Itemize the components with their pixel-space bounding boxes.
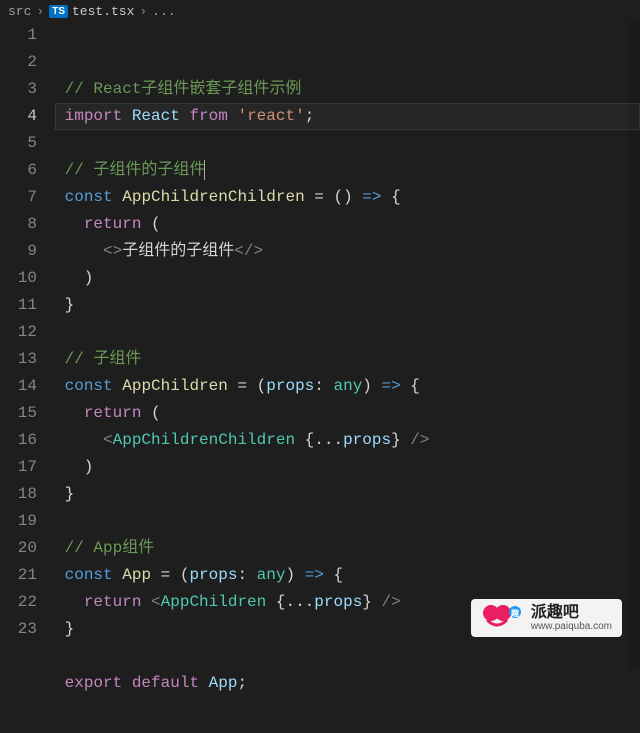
line-number[interactable]: 4: [0, 103, 37, 130]
line-number[interactable]: 2: [0, 49, 37, 76]
line-number[interactable]: 20: [0, 535, 37, 562]
line-number[interactable]: 3: [0, 76, 37, 103]
line-number[interactable]: 15: [0, 400, 37, 427]
line-number[interactable]: 22: [0, 589, 37, 616]
code-line[interactable]: const AppChildren = (props: any) => {: [55, 373, 640, 400]
code-line[interactable]: return (: [55, 211, 640, 238]
code-line[interactable]: <AppChildrenChildren {...props} />: [55, 427, 640, 454]
code-line[interactable]: export default App;: [55, 670, 640, 697]
code-line[interactable]: // 子组件: [55, 346, 640, 373]
line-number[interactable]: 6: [0, 157, 37, 184]
code-line[interactable]: // 子组件的子组件: [55, 157, 640, 184]
watermark-url: www.paiquba.com: [531, 621, 612, 632]
code-line[interactable]: // React子组件嵌套子组件示例: [55, 76, 640, 103]
code-line[interactable]: const AppChildrenChildren = () => {: [55, 184, 640, 211]
line-number[interactable]: 16: [0, 427, 37, 454]
svg-text:趣: 趣: [510, 608, 520, 618]
line-number[interactable]: 13: [0, 346, 37, 373]
line-number[interactable]: 10: [0, 265, 37, 292]
code-area[interactable]: // React子组件嵌套子组件示例 import React from 're…: [55, 22, 640, 669]
typescript-badge-icon: TS: [49, 5, 68, 18]
code-line[interactable]: ): [55, 454, 640, 481]
line-number[interactable]: 12: [0, 319, 37, 346]
line-number[interactable]: 11: [0, 292, 37, 319]
watermark-title: 派趣吧: [531, 604, 612, 622]
line-number[interactable]: 19: [0, 508, 37, 535]
code-line[interactable]: return (: [55, 400, 640, 427]
line-number-gutter[interactable]: 1234567891011121314151617181920212223: [0, 22, 55, 669]
line-number[interactable]: 9: [0, 238, 37, 265]
line-number[interactable]: 7: [0, 184, 37, 211]
code-line[interactable]: }: [55, 292, 640, 319]
chevron-right-icon: ›: [36, 4, 44, 19]
breadcrumb-folder[interactable]: src: [8, 4, 31, 19]
line-number[interactable]: 1: [0, 22, 37, 49]
line-number[interactable]: 8: [0, 211, 37, 238]
line-number[interactable]: 17: [0, 454, 37, 481]
code-line[interactable]: [55, 508, 640, 535]
line-number[interactable]: 21: [0, 562, 37, 589]
chevron-right-icon: ›: [139, 4, 147, 19]
breadcrumb-symbol[interactable]: ...: [152, 4, 175, 19]
code-line[interactable]: [55, 319, 640, 346]
code-line[interactable]: <>子组件的子组件</>: [55, 238, 640, 265]
code-line[interactable]: ): [55, 265, 640, 292]
code-line[interactable]: }: [55, 481, 640, 508]
text-cursor: [204, 160, 205, 180]
line-number[interactable]: 18: [0, 481, 37, 508]
code-line[interactable]: // App组件: [55, 535, 640, 562]
line-number[interactable]: 5: [0, 130, 37, 157]
code-line[interactable]: [55, 643, 640, 670]
line-number[interactable]: 23: [0, 616, 37, 643]
code-line[interactable]: import React from 'react';: [55, 103, 640, 130]
breadcrumb[interactable]: src › TS test.tsx › ...: [0, 0, 640, 22]
code-editor[interactable]: 1234567891011121314151617181920212223 //…: [0, 22, 640, 669]
breadcrumb-file[interactable]: test.tsx: [72, 4, 134, 19]
line-number[interactable]: 14: [0, 373, 37, 400]
code-line[interactable]: const App = (props: any) => {: [55, 562, 640, 589]
watermark: 趣 派趣吧 www.paiquba.com: [471, 599, 622, 637]
code-line[interactable]: [55, 130, 640, 157]
watermark-logo-icon: 趣: [477, 602, 525, 634]
